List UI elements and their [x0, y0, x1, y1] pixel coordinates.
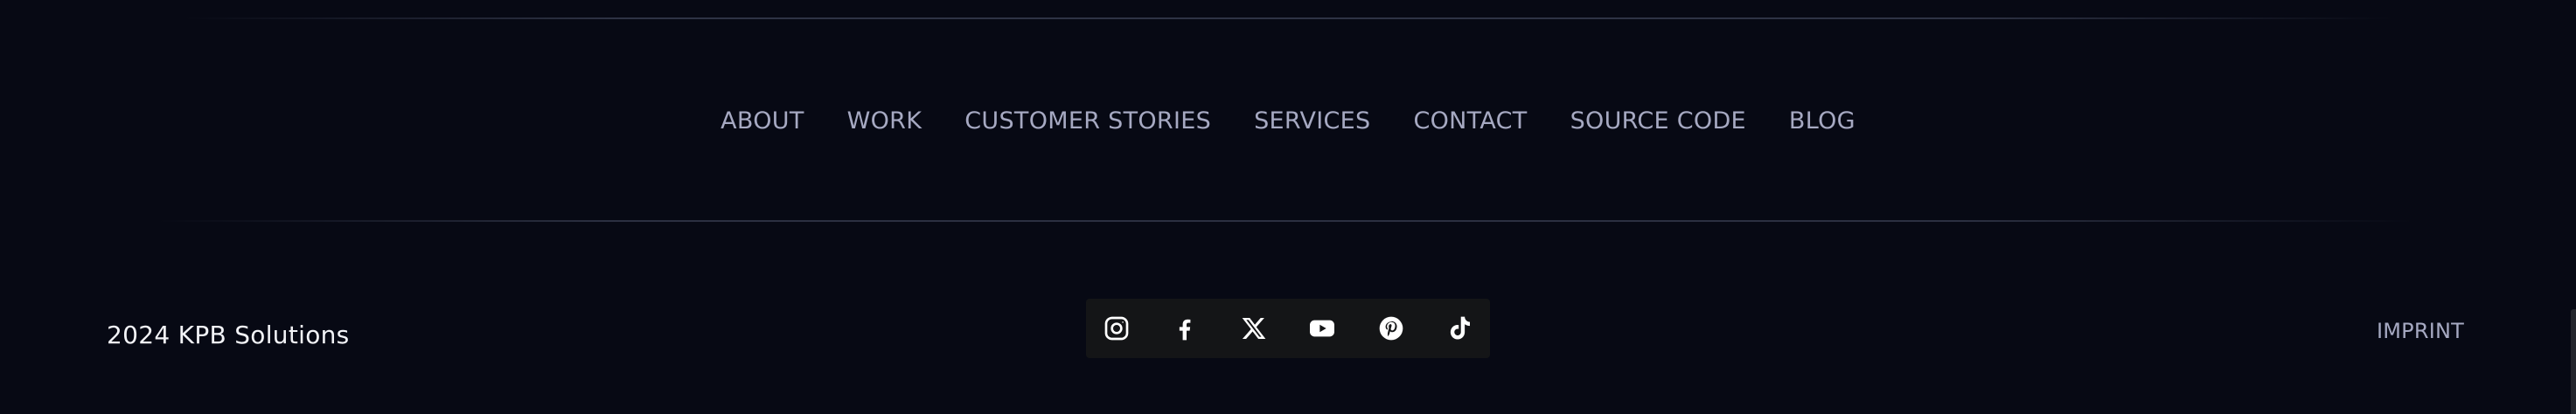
nav-link-about[interactable]: ABOUT [721, 107, 804, 135]
facebook-icon[interactable] [1167, 311, 1202, 346]
social-links-bar [1086, 299, 1490, 358]
nav-link-services[interactable]: SERVICES [1254, 107, 1370, 135]
nav-link-contact[interactable]: CONTACT [1413, 107, 1527, 135]
imprint-link[interactable]: IMPRINT [2377, 319, 2464, 343]
nav-link-blog[interactable]: BLOG [1789, 107, 1855, 135]
copyright-text: 2024 KPB Solutions [107, 321, 350, 349]
youtube-icon[interactable] [1305, 311, 1340, 346]
x-icon[interactable] [1236, 311, 1271, 346]
scrollbar[interactable] [2571, 309, 2576, 414]
nav-link-work[interactable]: WORK [847, 107, 922, 135]
instagram-icon[interactable] [1099, 311, 1134, 346]
nav-link-source-code[interactable]: SOURCE CODE [1570, 107, 1746, 135]
top-divider [184, 17, 2392, 19]
pinterest-icon[interactable] [1374, 311, 1409, 346]
tiktok-icon[interactable] [1442, 311, 1477, 346]
nav-link-customer-stories[interactable]: CUSTOMER STORIES [964, 107, 1211, 135]
middle-divider [157, 220, 2413, 222]
footer-nav: ABOUT WORK CUSTOMER STORIES SERVICES CON… [0, 103, 2576, 138]
